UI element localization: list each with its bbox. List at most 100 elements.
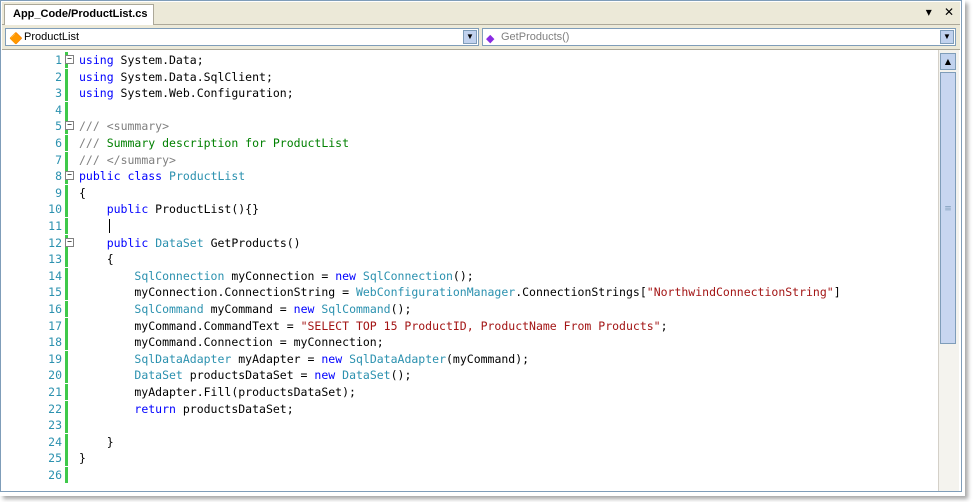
code-line[interactable]: 19 SqlDataAdapter myAdapter = new SqlDat… — [2, 350, 938, 367]
code-text: using System.Web.Configuration; — [79, 86, 294, 101]
code-text: SqlCommand myCommand = new SqlCommand(); — [134, 302, 412, 316]
line-number: 22 — [48, 401, 62, 416]
line-number: 18 — [48, 335, 62, 350]
navigation-bar: 🔶 ProductList ▼ ◆ GetProducts() ▼ — [2, 25, 960, 50]
change-marker — [65, 433, 68, 450]
line-number: 2 — [55, 69, 62, 84]
code-line[interactable]: 15 myConnection.ConnectionString = WebCo… — [2, 284, 938, 301]
chevron-down-icon[interactable]: ▼ — [463, 30, 477, 44]
scroll-up-button[interactable]: ▲ — [940, 53, 956, 70]
line-number: 6 — [55, 136, 62, 150]
change-marker — [65, 417, 68, 434]
code-text: } — [79, 434, 114, 449]
code-line[interactable]: 13 { — [2, 251, 938, 268]
line-number: 13 — [48, 252, 62, 267]
code-text: } — [79, 451, 86, 466]
change-marker — [65, 301, 68, 317]
member-selector-combo[interactable]: ◆ GetProducts() ▼ — [482, 28, 956, 46]
class-icon: 🔶 — [9, 33, 23, 45]
line-number: 5 — [55, 119, 62, 134]
code-line[interactable]: 1− using System.Data; — [2, 52, 938, 68]
code-line[interactable]: 22 return productsDataSet; — [2, 400, 938, 417]
line-number: 24 — [48, 434, 62, 449]
change-marker — [65, 201, 68, 218]
line-number: 23 — [48, 418, 62, 433]
chevron-down-icon[interactable]: ▼ — [940, 30, 954, 44]
code-line[interactable]: 8− public class ProductList — [2, 168, 938, 185]
line-number: 1 — [55, 53, 62, 67]
window-list-dropdown-icon[interactable]: ▾ — [926, 5, 932, 19]
code-line[interactable]: 12− public DataSet GetProducts() — [2, 234, 938, 251]
code-line[interactable]: 14 SqlConnection myConnection = new SqlC… — [2, 267, 938, 284]
change-marker — [65, 284, 68, 301]
code-line[interactable]: 18 myCommand.Connection = myConnection; — [2, 334, 938, 351]
code-text-area[interactable]: 1− using System.Data; 2 using System.Data.S… — [2, 50, 938, 491]
line-number: 20 — [48, 368, 62, 383]
code-line[interactable]: 21 myAdapter.Fill(productsDataSet); — [2, 384, 938, 400]
code-line[interactable]: 16 SqlCommand myCommand = new SqlCommand… — [2, 301, 938, 317]
line-number: 4 — [55, 102, 62, 117]
line-number: 17 — [48, 318, 62, 333]
collapse-icon[interactable]: − — [65, 55, 74, 64]
close-icon[interactable]: ✕ — [944, 5, 954, 19]
code-line[interactable]: 17 myCommand.CommandText = "SELECT TOP 1… — [2, 317, 938, 334]
code-line[interactable]: 3 using System.Web.Configuration; — [2, 85, 938, 102]
change-marker — [65, 68, 68, 85]
code-text: /// Summary description for ProductList — [79, 136, 350, 150]
code-text: public DataSet GetProducts() — [106, 235, 301, 250]
code-text: { — [79, 252, 114, 267]
scroll-thumb[interactable]: ≡ — [940, 72, 956, 344]
line-number: 9 — [55, 185, 62, 200]
line-number: 12 — [48, 235, 62, 250]
tab-productlist-cs[interactable]: App_Code/ProductList.cs — [4, 4, 155, 25]
line-number: 10 — [48, 202, 62, 217]
code-line[interactable]: 6 /// Summary description for ProductList — [2, 135, 938, 151]
change-marker — [65, 135, 68, 151]
collapse-icon[interactable]: − — [65, 237, 74, 247]
code-line[interactable]: 24 } — [2, 433, 938, 450]
line-number: 19 — [48, 351, 62, 366]
code-line[interactable]: 10 public ProductList(){} — [2, 201, 938, 218]
change-marker — [65, 367, 68, 384]
line-number: 16 — [48, 302, 62, 316]
collapse-icon[interactable]: − — [65, 171, 74, 181]
code-text: { — [79, 185, 86, 200]
code-text: myConnection.ConnectionString = WebConfi… — [79, 285, 841, 300]
change-marker — [65, 334, 68, 351]
code-line[interactable]: 9{ — [2, 184, 938, 201]
change-marker — [65, 184, 68, 201]
type-selector-combo[interactable]: 🔶 ProductList ▼ — [5, 28, 479, 46]
method-icon: ◆ — [486, 33, 495, 45]
type-selector-value: ProductList — [24, 31, 80, 43]
line-number: 21 — [48, 385, 62, 399]
code-text: myCommand.Connection = myConnection; — [79, 335, 384, 350]
change-marker — [65, 384, 68, 400]
vertical-scrollbar[interactable]: ▲ ≡ — [938, 50, 959, 491]
change-marker — [65, 267, 68, 284]
document-tab-strip: App_Code/ProductList.cs ▾ ✕ — [2, 2, 960, 25]
code-text: public ProductList(){} — [106, 202, 260, 217]
code-text: public class ProductList — [79, 169, 246, 184]
change-marker — [65, 151, 68, 168]
tab-controls: ▾ ✕ — [918, 5, 954, 19]
code-line[interactable]: 2 using System.Data.SqlClient; — [2, 68, 938, 85]
code-text: SqlConnection myConnection = new SqlConn… — [134, 268, 474, 283]
code-line[interactable]: 7 /// </summary> — [2, 151, 938, 168]
change-marker — [65, 317, 68, 334]
collapse-icon[interactable]: − — [65, 121, 74, 131]
change-marker — [65, 85, 68, 102]
code-line[interactable]: 26 — [2, 467, 938, 483]
code-text: myCommand.CommandText = "SELECT TOP 15 P… — [79, 318, 668, 333]
code-line[interactable]: 25} — [2, 450, 938, 467]
code-text: SqlDataAdapter myAdapter = new SqlDataAd… — [134, 351, 530, 366]
line-number: 11 — [48, 219, 62, 233]
code-line[interactable]: 20 DataSet productsDataSet = new DataSet… — [2, 367, 938, 384]
code-text: return productsDataSet; — [134, 401, 294, 416]
code-editor-window: App_Code/ProductList.cs ▾ ✕ 🔶 ProductLis… — [0, 0, 962, 492]
code-line[interactable]: 5−/// <summary> — [2, 118, 938, 135]
code-line[interactable]: 23 — [2, 417, 938, 434]
code-line[interactable]: 4 — [2, 101, 938, 118]
change-marker — [65, 350, 68, 367]
code-text: using System.Data.SqlClient; — [79, 69, 273, 84]
code-line[interactable]: 11 — [2, 218, 938, 234]
